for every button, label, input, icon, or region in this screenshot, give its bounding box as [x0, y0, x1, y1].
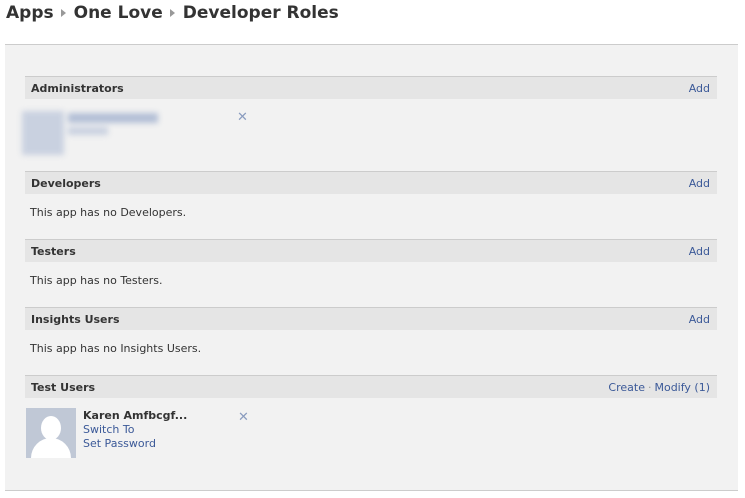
test-users-actions: Create · Modify (1): [608, 381, 710, 394]
breadcrumb: Apps One Love Developer Roles: [6, 3, 339, 23]
switch-to-link[interactable]: Switch To: [83, 423, 134, 436]
test-user-name: Karen Amfbcgf...: [83, 409, 188, 422]
add-insights-user-button[interactable]: Add: [689, 313, 710, 326]
add-developer-button[interactable]: Add: [689, 177, 710, 190]
triangle-right-icon: [60, 9, 66, 17]
section-title-testers: Testers: [31, 245, 76, 258]
developers-empty-text: This app has no Developers.: [30, 206, 187, 219]
add-tester-button[interactable]: Add: [689, 245, 710, 258]
section-header-test-users: Test Users Create · Modify (1): [25, 375, 717, 398]
close-icon[interactable]: ✕: [238, 411, 249, 424]
breadcrumb-apps[interactable]: Apps: [6, 3, 54, 23]
section-header-testers: Testers Add: [25, 239, 717, 262]
separator-dot: ·: [647, 381, 652, 394]
section-header-insights-users: Insights Users Add: [25, 307, 717, 330]
section-title-administrators: Administrators: [31, 82, 124, 95]
modify-test-users-button[interactable]: Modify (1): [654, 381, 710, 394]
insights-users-empty-text: This app has no Insights Users.: [30, 342, 202, 355]
section-header-administrators: Administrators Add: [25, 76, 717, 99]
set-password-link[interactable]: Set Password: [83, 437, 156, 450]
page-title: Developer Roles: [182, 3, 339, 23]
breadcrumb-app-name[interactable]: One Love: [74, 3, 163, 23]
triangle-right-icon: [169, 9, 175, 17]
close-icon[interactable]: ✕: [237, 111, 248, 124]
avatar: [26, 408, 76, 458]
roles-panel: Administrators Add ✕ Developers Add This…: [5, 44, 738, 491]
create-test-user-button[interactable]: Create: [608, 381, 645, 394]
section-title-insights-users: Insights Users: [31, 313, 120, 326]
section-title-test-users: Test Users: [31, 381, 96, 394]
testers-empty-text: This app has no Testers.: [30, 274, 163, 287]
section-title-developers: Developers: [31, 177, 101, 190]
add-administrator-button[interactable]: Add: [689, 82, 710, 95]
administrator-entry-redacted: [22, 109, 162, 159]
section-header-developers: Developers Add: [25, 171, 717, 194]
